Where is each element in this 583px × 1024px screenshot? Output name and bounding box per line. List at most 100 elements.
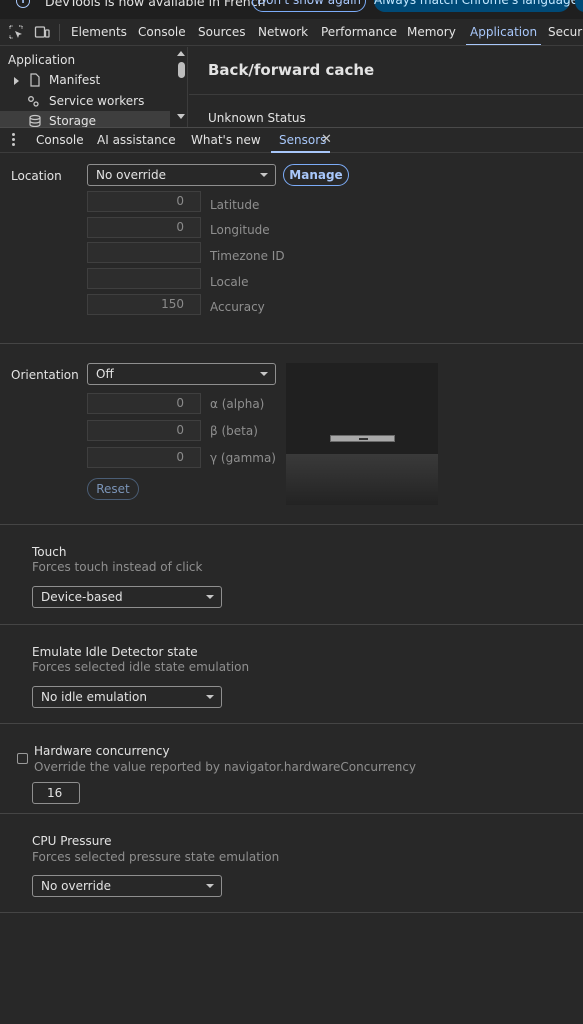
orientation-preview[interactable] [286,363,438,505]
info-icon: i [16,0,30,8]
reset-button[interactable]: Reset [87,478,139,500]
section-divider [0,813,583,814]
touch-subtitle: Forces touch instead of click [32,560,203,574]
tab-elements[interactable]: Elements [71,19,127,45]
hardware-concurrency-title: Hardware concurrency [34,744,170,758]
locale-input[interactable] [87,268,201,289]
manage-button[interactable]: Manage [283,164,349,186]
orientation-select[interactable]: Off [87,363,276,385]
beta-label: β (beta) [210,424,258,438]
device-toolbar-icon[interactable] [34,24,50,40]
latitude-input[interactable]: 0 [87,191,201,212]
chevron-down-icon [206,884,214,888]
location-select-value: No override [96,168,166,182]
bfcache-status: Unknown Status [208,111,306,125]
latitude-label: Latitude [210,198,260,212]
database-icon [29,114,41,127]
main-tab-bar: Elements Console Sources Network Perform… [0,19,583,46]
orientation-label: Orientation [11,368,79,382]
orientation-select-value: Off [96,367,114,381]
always-match-language-button[interactable]: Always match Chrome's language [374,0,578,12]
touch-title: Touch [32,545,67,559]
longitude-label: Longitude [210,223,270,237]
accuracy-label: Accuracy [210,300,265,314]
chevron-down-icon [260,372,268,376]
scroll-down-arrow-icon[interactable] [177,114,185,119]
longitude-input[interactable]: 0 [87,217,201,238]
page-title: Back/forward cache [208,61,375,79]
sidebar-item-label: Storage [49,114,96,127]
section-divider [0,723,583,724]
sidebar-item-label: Manifest [49,73,101,87]
beta-input[interactable]: 0 [87,420,201,441]
alpha-label: α (alpha) [210,397,265,411]
divider [189,94,583,95]
touch-select[interactable]: Device-based [32,586,222,608]
section-divider [0,624,583,625]
device-model[interactable] [330,435,395,442]
tab-console[interactable]: Console [138,19,186,45]
dont-show-again-button[interactable]: Don't show again [252,0,366,12]
gamma-input[interactable]: 0 [87,447,201,468]
application-main-panel: Back/forward cache Unknown Status [189,47,583,127]
drawer-tab-whats-new[interactable]: What's new [191,128,261,153]
sidebar-item-label: Service workers [49,94,145,108]
touch-select-value: Device-based [41,590,123,604]
sidebar-scrollbar[interactable] [174,47,187,127]
idle-select-value: No idle emulation [41,690,147,704]
alpha-input[interactable]: 0 [87,393,201,414]
infobar-extra-button[interactable] [575,0,583,12]
chevron-down-icon [260,173,268,177]
section-divider [0,912,583,913]
idle-select[interactable]: No idle emulation [32,686,222,708]
tab-network[interactable]: Network [258,19,308,45]
scroll-up-arrow-icon[interactable] [177,51,185,56]
inspect-element-icon[interactable] [8,24,24,40]
section-divider [0,524,583,525]
application-sidebar: Application Manifest Service workers Sto… [0,47,188,127]
idle-subtitle: Forces selected idle state emulation [32,660,250,674]
drawer-tab-ai-assistance[interactable]: AI assistance [97,128,176,153]
cpu-pressure-select-value: No override [41,879,111,893]
chevron-down-icon [206,695,214,699]
cpu-pressure-select[interactable]: No override [32,875,222,897]
hardware-concurrency-subtitle: Override the value reported by navigator… [34,760,417,774]
location-select[interactable]: No override [87,164,276,186]
expand-triangle-icon[interactable] [14,77,19,85]
tab-application[interactable]: Application [465,19,542,45]
more-tools-menu-icon[interactable] [12,133,16,147]
gamma-label: γ (gamma) [210,451,276,465]
sidebar-item-manifest[interactable]: Manifest [0,70,170,90]
cpu-pressure-title: CPU Pressure [32,834,112,848]
orientation-floor [286,454,438,505]
locale-label: Locale [210,275,249,289]
timezone-id-label: Timezone ID [210,249,285,263]
close-tab-icon[interactable]: ✕ [321,128,332,153]
tab-security[interactable]: Securi [548,19,583,45]
drawer-tab-console[interactable]: Console [36,128,84,153]
drawer-tab-sensors[interactable]: Sensors [270,128,331,153]
chevron-down-icon [206,595,214,599]
infobar-message: DevTools is now available in French [45,0,266,9]
tab-separator [59,24,60,41]
hardware-concurrency-input[interactable]: 16 [32,782,80,804]
sensors-panel: Location No override Manage 0 Latitude 0… [0,153,583,1024]
cpu-pressure-subtitle: Forces selected pressure state emulation [32,850,280,864]
tab-memory[interactable]: Memory [407,19,456,45]
location-label: Location [11,169,62,183]
timezone-id-input[interactable] [87,242,201,263]
accuracy-input[interactable]: 150 [87,294,201,315]
idle-title: Emulate Idle Detector state [32,645,198,659]
hardware-concurrency-checkbox[interactable] [17,753,28,764]
language-infobar: i DevTools is now available in French Do… [0,0,583,19]
sidebar-item-storage[interactable]: Storage [0,111,170,127]
gear-icon [28,96,39,107]
drawer-tab-bar: Console AI assistance What's new Sensors… [0,127,583,153]
tab-sources[interactable]: Sources [198,19,245,45]
scrollbar-thumb[interactable] [178,62,185,78]
document-icon [30,73,40,87]
section-divider [0,343,583,344]
sidebar-heading[interactable]: Application [8,53,75,67]
sidebar-item-service-workers[interactable]: Service workers [0,91,170,111]
tab-performance[interactable]: Performance [321,19,397,45]
